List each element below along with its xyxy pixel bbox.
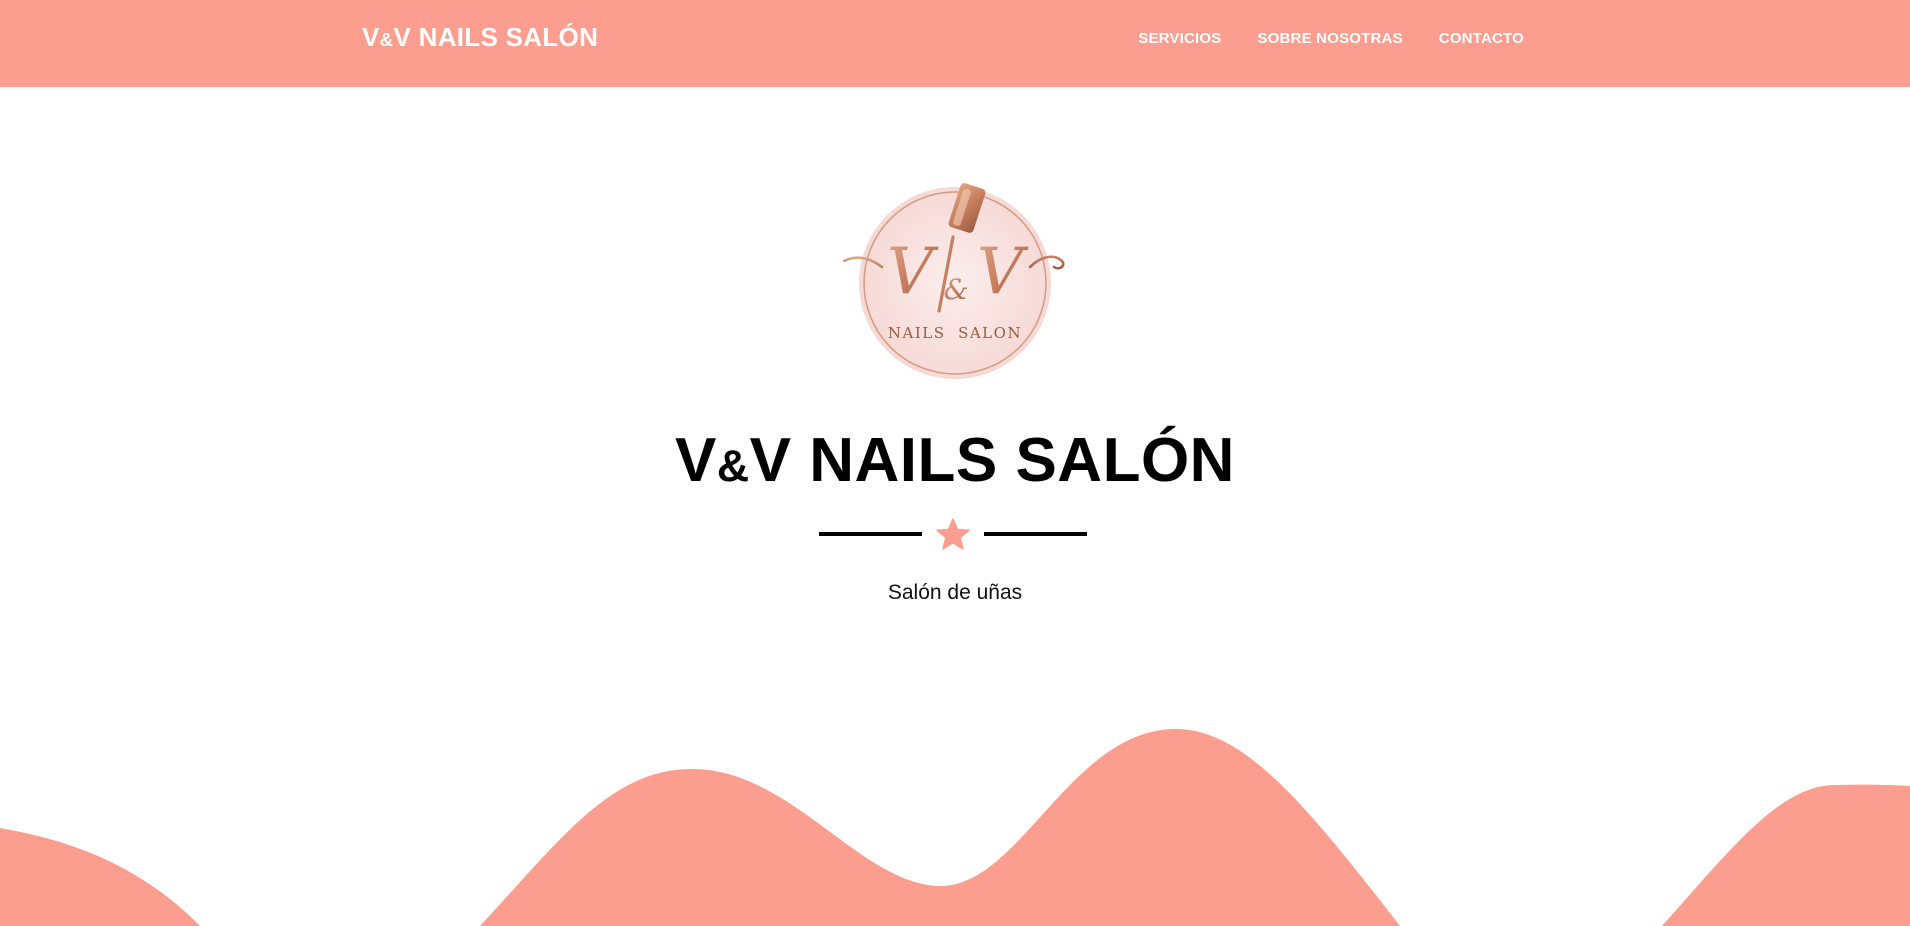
decorative-waves [0,728,1910,926]
divider-line-left [819,532,922,536]
star-icon [936,518,970,550]
nav-menu: SERVICIOS SOBRE NOSOTRAS CONTACTO [1138,30,1524,47]
brand-prefix: V [362,22,380,52]
nav-link-contacto[interactable]: CONTACTO [1439,30,1524,47]
logo-monogram-left: V [887,235,939,309]
logo-monogram-right: V [977,235,1029,309]
brand-ampersand: & [379,29,394,50]
logo-caption: NAILS SALON [888,324,1022,342]
hero-title-prefix: V [675,426,717,495]
hero-title-suffix: V NAILS SALÓN [749,426,1235,495]
hero-title-ampersand: & [716,442,750,491]
salon-logo: V & V NAILS SALON [842,183,1065,379]
nav-link-sobre-nosotras[interactable]: SOBRE NOSOTRAS [1257,30,1402,47]
divider-line-right [984,532,1087,536]
logo-monogram-amp: & [944,273,969,306]
brand-suffix: V NAILS SALÓN [393,22,599,52]
navbar: V&V NAILS SALÓN SERVICIOS SOBRE NOSOTRAS… [0,0,1910,87]
brand-link[interactable]: V&V NAILS SALÓN [362,22,598,53]
hero-subtitle: Salón de uñas [887,581,1023,604]
hero-title: V&V NAILS SALÓN [0,425,1910,496]
title-divider [819,518,1087,550]
nav-link-servicios[interactable]: SERVICIOS [1138,30,1221,47]
